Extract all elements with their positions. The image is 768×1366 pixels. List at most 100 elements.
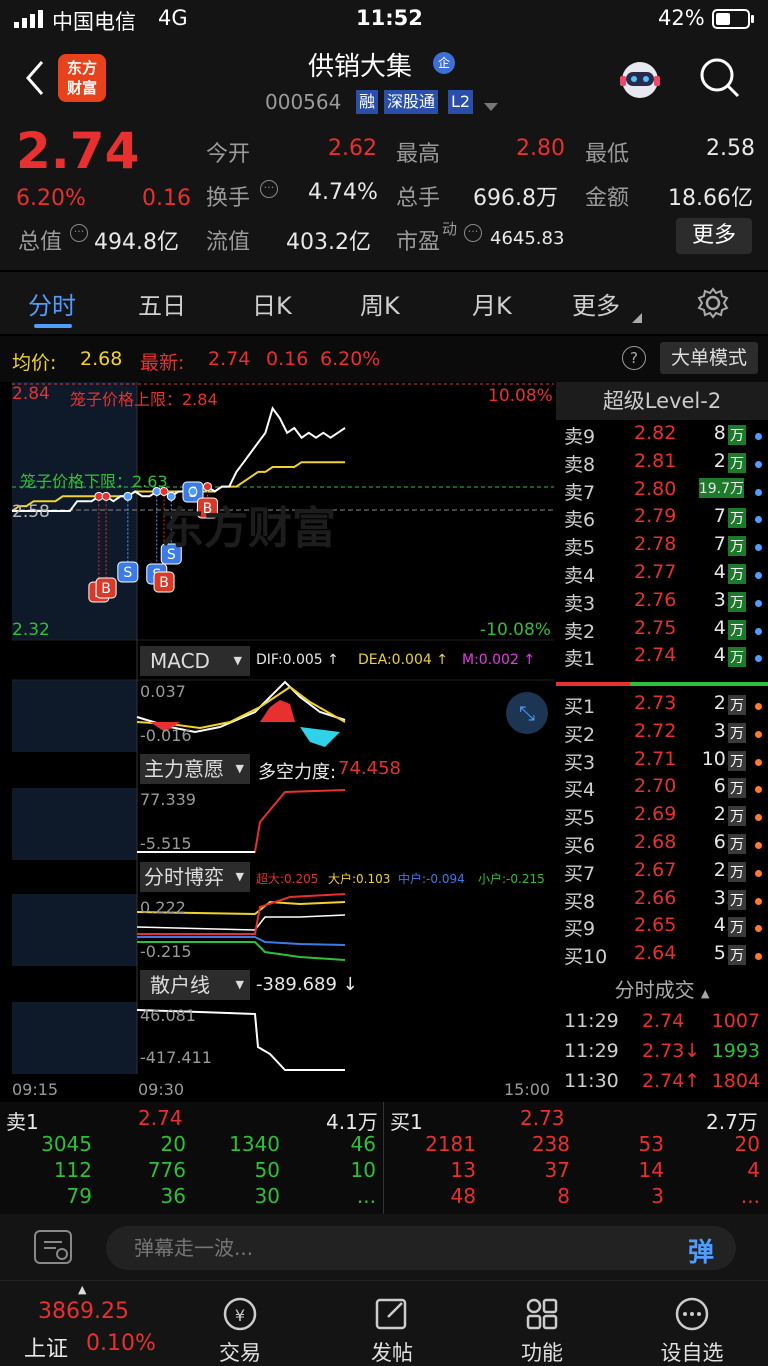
- tab-monthly-k[interactable]: 月K: [472, 286, 512, 321]
- ask-row[interactable]: 卖7 2.80 19.7万: [556, 477, 768, 506]
- unit-tag: 万: [728, 591, 746, 612]
- add-watchlist-button[interactable]: 设自选: [642, 1295, 742, 1366]
- index-widget[interactable]: ▲ 3869.25 上证 0.10%: [0, 1281, 168, 1366]
- ask-row[interactable]: 卖32.763.1万: [556, 589, 768, 617]
- macd-axis-hi: 0.037: [140, 682, 186, 701]
- queue-order-size: 2181: [425, 1132, 476, 1156]
- queue-sell-volume: 4.1万: [326, 1110, 378, 1134]
- current-price: 2.74: [16, 122, 140, 180]
- queue-order-size: 46: [350, 1132, 376, 1156]
- danmaku-input[interactable]: [106, 1226, 736, 1270]
- bid-row[interactable]: 买42.706.5万: [556, 775, 768, 803]
- ask-row[interactable]: 卖42.774.0万: [556, 561, 768, 589]
- big-order-mode-button[interactable]: 大单模式: [660, 342, 758, 374]
- queue-buy-label: 买1: [390, 1110, 423, 1134]
- stock-code: 000564: [265, 90, 342, 114]
- index-value: 3869.25: [38, 1299, 129, 1324]
- unit-tag: 万: [728, 806, 746, 827]
- bid-row[interactable]: 买102.645.1万: [556, 942, 768, 970]
- macd-label: MACD: [150, 649, 210, 673]
- book-divider: [556, 682, 768, 686]
- level-label: 买1: [564, 696, 596, 718]
- macd-selector[interactable]: MACD ▼: [140, 646, 250, 676]
- search-icon[interactable]: [698, 56, 742, 104]
- level-label: 卖9: [564, 426, 596, 448]
- battery-percent: 42%: [658, 6, 705, 30]
- caret-up-icon: ▲: [700, 987, 710, 1000]
- level-dot-icon: [755, 730, 762, 738]
- post-button[interactable]: 发帖: [342, 1295, 442, 1366]
- tag-margin: 融: [356, 90, 379, 114]
- level-dot-icon: [755, 897, 762, 905]
- queue-order-size: 30: [254, 1184, 280, 1208]
- tab-weekly-k[interactable]: 周K: [360, 286, 400, 321]
- bid-row[interactable]: 买92.654.8万: [556, 914, 768, 942]
- tab-five-day[interactable]: 五日: [138, 286, 186, 321]
- dropdown-icon[interactable]: [484, 98, 498, 117]
- level-price: 2.74: [634, 644, 677, 667]
- danmaku-toggle-icon[interactable]: [34, 1230, 72, 1264]
- bid-row[interactable]: 买72.672.0万: [556, 859, 768, 887]
- robot-assistant-icon[interactable]: [616, 56, 664, 106]
- retail-line-selector[interactable]: 散户线 ▼: [140, 970, 250, 1000]
- help-icon[interactable]: ?: [622, 346, 646, 370]
- ask-row[interactable]: 卖82.812.9万: [556, 450, 768, 478]
- trade-price: 2.74: [642, 1010, 685, 1032]
- ask-row[interactable]: 卖92.828.8万: [556, 422, 768, 450]
- time-axis-start: 09:15: [12, 1080, 59, 1099]
- settings-icon[interactable]: [696, 286, 730, 324]
- level-label: 买7: [564, 862, 596, 885]
- open-label: 今开: [206, 142, 251, 167]
- carrier-name: 中国电信: [52, 10, 136, 34]
- tab-intraday[interactable]: 分时: [28, 286, 76, 321]
- unit-tag: 万: [728, 695, 746, 715]
- bid-row[interactable]: 买62.686.5万: [556, 831, 768, 859]
- more-button[interactable]: 更多: [676, 218, 752, 254]
- main-force-label: 主力意愿: [144, 757, 224, 781]
- bid-row[interactable]: 买52.692.9万: [556, 803, 768, 831]
- level-dot-icon: [755, 869, 762, 877]
- queue-order-size: 48: [450, 1184, 476, 1208]
- turnover-info-icon[interactable]: ···: [260, 180, 278, 198]
- turnover-label: 换手: [206, 186, 251, 211]
- tab-more[interactable]: 更多: [572, 286, 620, 321]
- function-button[interactable]: 功能: [492, 1295, 592, 1366]
- main-force-selector[interactable]: 主力意愿 ▼: [140, 754, 250, 784]
- level2-title[interactable]: 超级Level-2: [556, 382, 768, 420]
- pct-axis-bottom: -10.08%: [480, 620, 551, 640]
- clock: 11:52: [356, 6, 423, 30]
- queue-order-size: 53: [638, 1132, 664, 1156]
- game-selector[interactable]: 分时博弈 ▼: [140, 862, 250, 892]
- ask-row[interactable]: 卖22.754.7万: [556, 617, 768, 645]
- trade-time: 11:30: [564, 1070, 619, 1092]
- pe-info-icon[interactable]: ···: [464, 224, 482, 242]
- volume-value: 696.8万: [473, 186, 558, 211]
- trades-title[interactable]: 分时成交 ▲: [556, 972, 768, 1008]
- ask-row[interactable]: 卖12.744.1万: [556, 644, 768, 672]
- ask-row[interactable]: 卖62.797.3万: [556, 505, 768, 533]
- back-icon[interactable]: [22, 58, 48, 102]
- intraday-chart-area[interactable]: BBSSBSSB 2.84 笼子价格上限：2.84 10.08% 笼子价格下限：…: [0, 382, 556, 1102]
- trade-volume: 1007: [711, 1010, 760, 1032]
- level-dot-icon: [755, 488, 762, 496]
- send-danmaku-button[interactable]: 弹: [688, 1232, 714, 1269]
- tab-daily-k[interactable]: 日K: [252, 286, 292, 321]
- logo-top-text: 东方: [66, 59, 97, 77]
- change-percent: 6.20%: [16, 186, 86, 211]
- bid-row[interactable]: 买22.723.8万: [556, 720, 768, 748]
- trade-volume: 1993: [711, 1040, 760, 1062]
- level-volume: 19.7万: [698, 477, 744, 498]
- info-icon[interactable]: ···: [70, 224, 88, 242]
- unit-tag: 万: [728, 778, 746, 799]
- trade-button[interactable]: ¥ 交易: [190, 1295, 290, 1366]
- app-logo: 东方 财富: [58, 54, 106, 102]
- lower-limit-label: 笼子价格下限：2.63: [20, 472, 168, 491]
- ask-row[interactable]: 卖52.787.3万: [556, 533, 768, 561]
- bid-row[interactable]: 买12.732.7万: [556, 692, 768, 720]
- bid-row[interactable]: 买82.663.5万: [556, 887, 768, 915]
- queue-order-size: 3045: [41, 1132, 92, 1156]
- expand-chart-button[interactable]: ⤡: [506, 692, 548, 734]
- level-price: 2.72: [634, 719, 677, 742]
- level-dot-icon: [755, 460, 762, 468]
- bid-row[interactable]: 买3 2.71 10.1 万: [556, 748, 768, 776]
